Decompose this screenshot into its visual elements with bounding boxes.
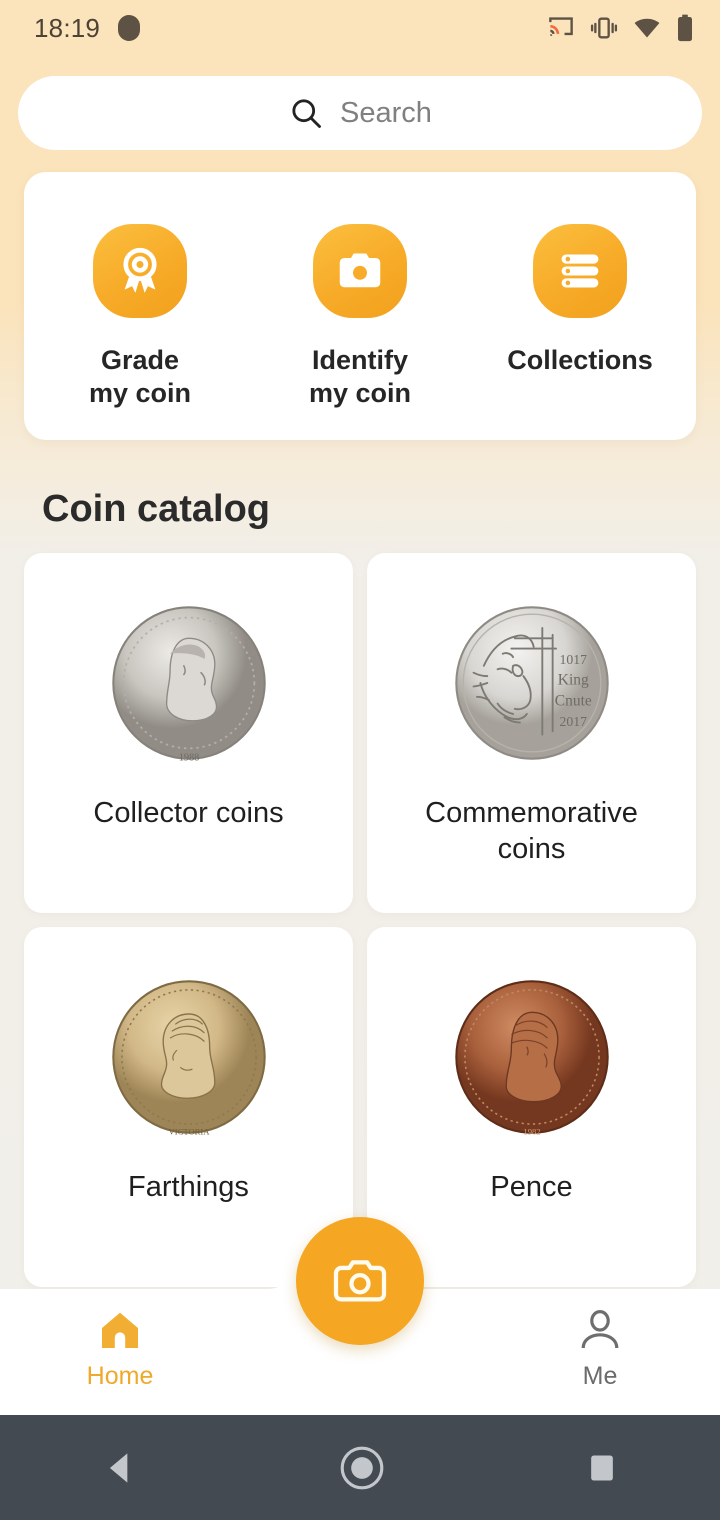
- catalog-card-commemorative-coins[interactable]: 1017 King Cnute 2017 Commemorative coins: [367, 552, 696, 913]
- person-icon: [581, 1309, 619, 1348]
- list-stack-icon: [561, 254, 599, 288]
- quick-action-collections[interactable]: Collections: [470, 224, 690, 410]
- page-title: Coin catalog: [42, 487, 271, 530]
- home-icon: [102, 1312, 138, 1348]
- copper-elizabeth-ii-penny-image: 1982: [454, 980, 609, 1136]
- search-icon: [292, 99, 321, 128]
- bottom-navigation: Home Me: [0, 1217, 720, 1415]
- catalog-card-label: Commemorative coins: [425, 796, 638, 866]
- catalog-card-collector-coins[interactable]: 1988 Collector coins: [24, 552, 353, 913]
- nav-item-home[interactable]: Home: [0, 1300, 240, 1391]
- home-circle-icon[interactable]: [337, 1443, 387, 1493]
- list-stack-icon-tile: [533, 224, 627, 318]
- nav-label-me: Me: [582, 1361, 618, 1390]
- notification-dot-icon: [118, 15, 141, 41]
- svg-text:1982: 1982: [523, 1126, 540, 1136]
- award-medal-icon: [123, 247, 157, 293]
- quick-action-label: Identify my coin: [308, 345, 412, 408]
- svg-text:1017: 1017: [559, 652, 587, 667]
- quick-action-label: Grade my coin: [88, 345, 192, 408]
- camera-icon: [339, 253, 381, 288]
- svg-text:1988: 1988: [178, 752, 199, 763]
- coin-catalog-grid: 1988 Collector coins 1017 King Cnute 201…: [0, 552, 720, 1287]
- award-medal-icon-tile: [93, 224, 187, 318]
- nav-item-me[interactable]: Me: [480, 1300, 720, 1391]
- search-placeholder: Search: [340, 96, 432, 129]
- nav-label-home: Home: [86, 1361, 154, 1390]
- camera-icon: [333, 1260, 387, 1302]
- search-input[interactable]: Search: [18, 76, 702, 150]
- vibrate-icon: [590, 17, 618, 39]
- catalog-card-label: Collector coins: [93, 796, 284, 829]
- back-triangle-icon[interactable]: [98, 1446, 142, 1490]
- wifi-icon: [634, 18, 660, 38]
- camera-icon-tile: [313, 224, 407, 318]
- silver-elizabeth-ii-coin-image: 1988: [111, 606, 266, 763]
- status-bar-left: 18:19: [34, 12, 141, 44]
- silver-king-canute-coin-image: 1017 King Cnute 2017: [454, 606, 609, 760]
- svg-text:VICTORIA: VICTORIA: [168, 1126, 210, 1136]
- status-bar: 18:19: [0, 0, 720, 56]
- quick-action-grade-my-coin[interactable]: Grade my coin: [30, 224, 250, 410]
- battery-icon: [678, 14, 692, 42]
- search-section: Search: [0, 56, 720, 150]
- catalog-card-pence[interactable]: 1982 Pence: [367, 926, 696, 1287]
- status-bar-right: [546, 14, 694, 42]
- svg-text:Cnute: Cnute: [554, 692, 591, 709]
- app-root: 18:19 Search Grade my coin Identify my c…: [0, 0, 720, 1520]
- svg-text:King: King: [557, 672, 588, 689]
- recents-square-icon[interactable]: [582, 1448, 622, 1488]
- quick-action-label: Collections: [507, 345, 653, 375]
- camera-fab-button[interactable]: [296, 1217, 424, 1345]
- svg-text:2017: 2017: [559, 714, 587, 729]
- quick-actions-card: Grade my coin Identify my coin Collectio…: [24, 172, 696, 440]
- quick-action-identify-my-coin[interactable]: Identify my coin: [250, 224, 470, 410]
- catalog-card-label: Farthings: [128, 1170, 249, 1203]
- android-navigation-bar: [0, 1415, 720, 1520]
- cast-icon: [549, 17, 573, 36]
- status-bar-clock: 18:19: [34, 12, 101, 43]
- gold-victoria-farthing-coin-image: VICTORIA: [111, 980, 266, 1136]
- catalog-card-label: Pence: [490, 1170, 573, 1203]
- catalog-card-farthings[interactable]: VICTORIA Farthings: [24, 926, 353, 1287]
- quick-actions-section: Grade my coin Identify my coin Collectio…: [0, 150, 720, 440]
